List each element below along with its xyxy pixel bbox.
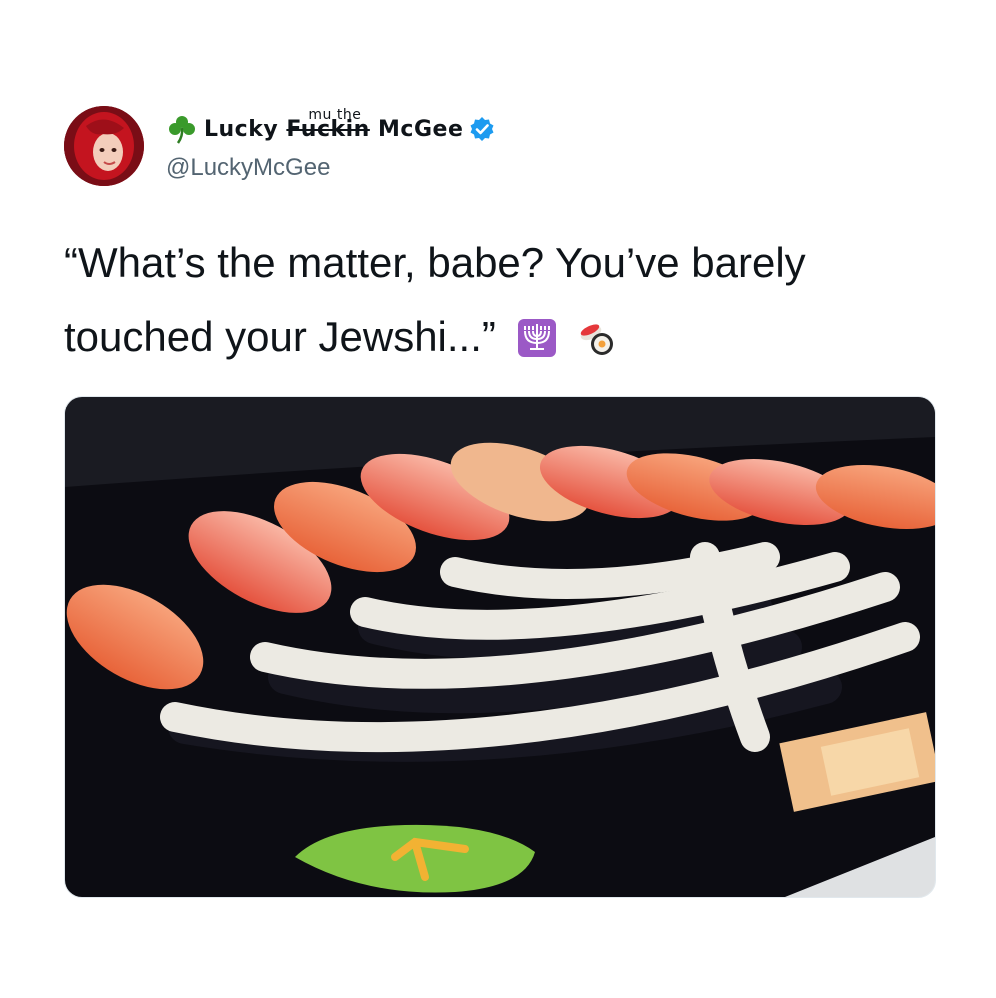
tweet-text: “What’s the matter, babe? You’ve barely … <box>64 226 944 374</box>
name-suffix: McGee <box>378 116 464 142</box>
name-middle: Fuckin mu the <box>286 106 370 142</box>
author-name-row[interactable]: Lucky Fuckin mu the McGee <box>166 106 495 146</box>
author-handle[interactable]: @LuckyMcGee <box>166 154 330 182</box>
verified-badge-icon <box>469 116 495 142</box>
shamrock-icon <box>166 114 198 144</box>
name-middle-overlay: mu the <box>308 106 362 123</box>
tweet-body: “What’s the matter, babe? You’ve barely … <box>64 239 806 360</box>
tweet-media-image[interactable] <box>64 396 936 898</box>
menorah-sushi-photo <box>65 397 935 897</box>
name-prefix: Lucky <box>204 116 279 142</box>
avatar-image <box>64 106 144 186</box>
author-display-name: Lucky Fuckin mu the McGee <box>204 106 464 142</box>
menorah-emoji <box>517 319 556 357</box>
sushi-emoji <box>577 319 615 357</box>
avatar[interactable] <box>64 106 144 186</box>
